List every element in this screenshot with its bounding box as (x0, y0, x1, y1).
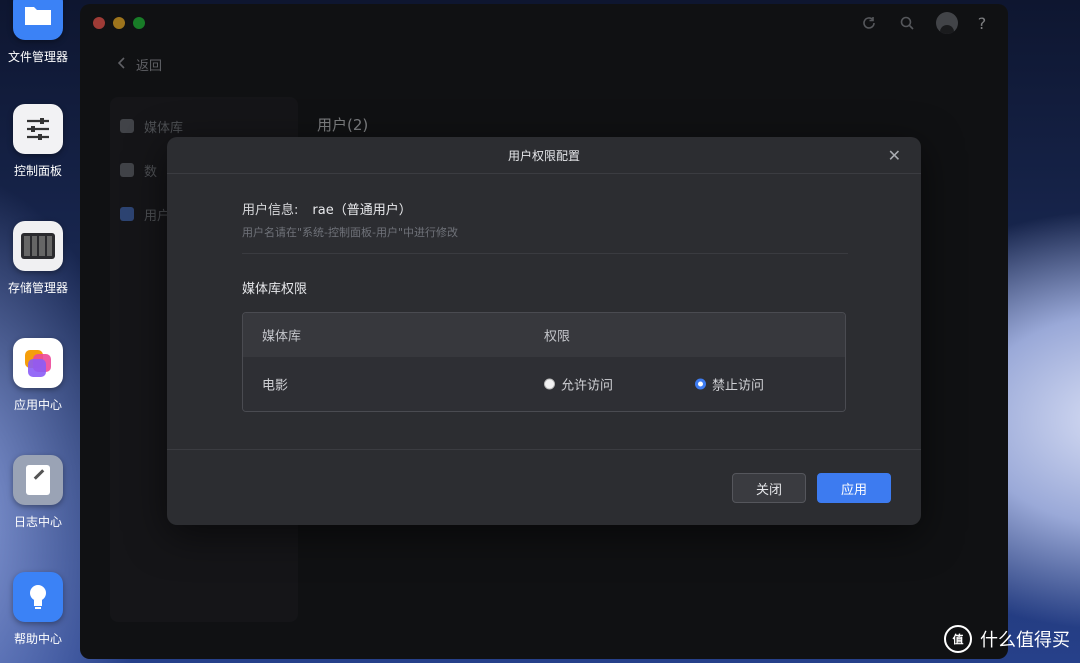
dock-label: 帮助中心 (13, 632, 62, 646)
sliders-icon (13, 104, 63, 154)
table-row: 电影 允许访问 禁止访问 (243, 357, 845, 411)
user-hint: 用户名请在"系统-控制面板-用户"中进行修改 (242, 226, 459, 239)
dock-item-app-center[interactable]: 应用中心 (0, 338, 76, 413)
close-button[interactable]: 关闭 (732, 473, 806, 503)
disk-array-icon (13, 221, 63, 271)
column-header: 权限 (544, 329, 571, 345)
dock-label: 控制面板 (13, 164, 62, 178)
dock-item-storage-manager[interactable]: 存储管理器 (0, 221, 76, 296)
divider (167, 173, 921, 174)
user-info-row: 用户信息: rae（普通用户） (242, 199, 412, 218)
user-info-value: rae（普通用户） (312, 203, 412, 218)
permission-table: 媒体库 权限 电影 允许访问 禁止访问 (242, 312, 846, 412)
library-name: 电影 (262, 378, 289, 394)
lightbulb-icon (13, 572, 63, 622)
apply-button[interactable]: 应用 (817, 473, 891, 503)
folder-icon (13, 0, 63, 40)
dock-item-control-panel[interactable]: 控制面板 (0, 104, 76, 179)
section-title: 媒体库权限 (242, 282, 308, 297)
dock-label: 存储管理器 (7, 281, 68, 295)
dock-item-log-center[interactable]: 日志中心 (0, 455, 76, 530)
dock-label: 文件管理器 (7, 50, 68, 64)
dock-label: 应用中心 (13, 398, 62, 412)
close-icon[interactable]: ✕ (888, 146, 901, 165)
watermark-text: 什么值得买 (980, 630, 1070, 651)
divider (167, 449, 921, 450)
watermark-logo: 值 (944, 625, 972, 653)
notebook-icon (13, 455, 63, 505)
desktop-dock: 文件管理器 控制面板 存储管理器 应用中心 日志中心 帮助中心 (0, 0, 80, 663)
column-header: 媒体库 (262, 329, 302, 345)
table-header: 媒体库 权限 (243, 313, 845, 357)
radio-label: 禁止访问 (712, 378, 765, 394)
radio-checked-icon[interactable] (695, 378, 706, 390)
radio-deny-access[interactable]: 禁止访问 (695, 375, 764, 394)
user-info-label: 用户信息: (242, 203, 299, 218)
dialog-title: 用户权限配置 (507, 149, 580, 163)
radio-unchecked-icon[interactable] (544, 378, 555, 390)
radio-allow-access[interactable]: 允许访问 (544, 375, 613, 394)
dock-item-file-manager[interactable]: 文件管理器 (0, 0, 76, 65)
watermark: 值 什么值得买 (944, 625, 1070, 653)
divider (242, 253, 848, 254)
dock-item-help-center[interactable]: 帮助中心 (0, 572, 76, 647)
user-permission-dialog: 用户权限配置 ✕ 用户信息: rae（普通用户） 用户名请在"系统-控制面板-用… (167, 137, 921, 525)
dock-label: 日志中心 (13, 515, 62, 529)
app-stack-icon (13, 338, 63, 388)
radio-label: 允许访问 (561, 378, 614, 394)
